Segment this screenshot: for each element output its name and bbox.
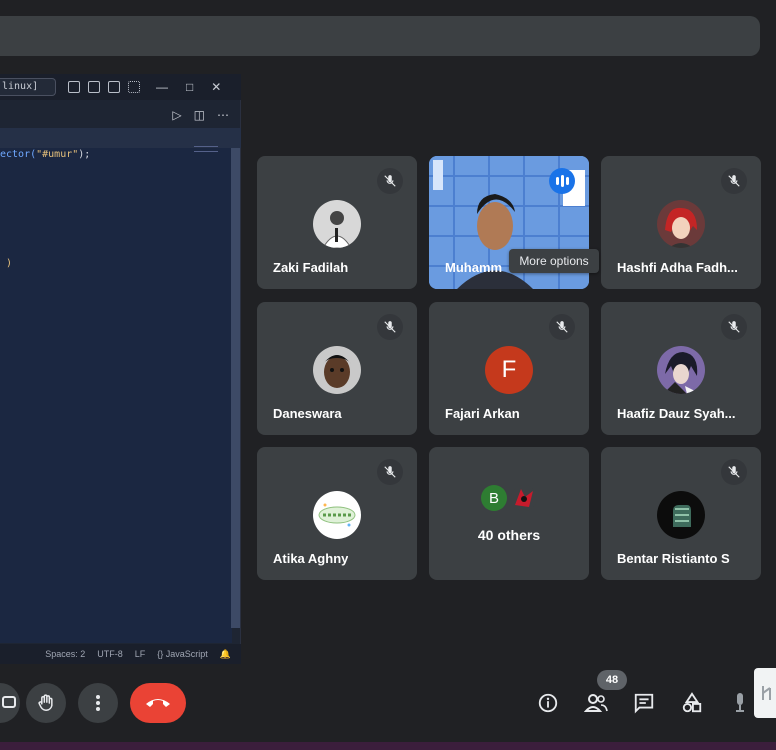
- participant-tile[interactable]: Daneswara: [257, 302, 417, 435]
- participant-tile[interactable]: F Fajari Arkan: [429, 302, 589, 435]
- editor-scrollbar[interactable]: [231, 148, 240, 628]
- participant-tile[interactable]: Atika Aghny: [257, 447, 417, 580]
- avatar: [313, 200, 361, 248]
- split-editor-icon[interactable]: ◫: [194, 108, 205, 122]
- layout-sidebar-icon[interactable]: [68, 81, 80, 93]
- extension-icon: [762, 686, 771, 700]
- editor-statusbar: Spaces: 2 UTF-8 LF {} JavaScript 🔔: [0, 644, 241, 664]
- code-brace: ): [6, 258, 13, 269]
- avatar-initial: F: [501, 356, 517, 383]
- maximize-icon[interactable]: □: [186, 80, 193, 94]
- host-controls-icon: [736, 693, 744, 712]
- editor-title-field[interactable]: linux]: [0, 78, 56, 96]
- avatar: [657, 346, 705, 394]
- participant-tile[interactable]: Zaki Fadilah: [257, 156, 417, 289]
- avatar-initial: B: [488, 489, 499, 507]
- meeting-details-button[interactable]: [533, 688, 563, 718]
- present-icon: [2, 696, 16, 708]
- participant-name: Atika Aghny: [273, 551, 349, 566]
- mic-off-icon: [721, 459, 747, 485]
- people-icon: [584, 694, 608, 712]
- mic-off-icon: [377, 168, 403, 194]
- speaking-indicator-icon: [549, 168, 575, 194]
- run-icon[interactable]: ▷: [172, 108, 181, 122]
- layout-split-icon[interactable]: [108, 81, 120, 93]
- taskbar-edge: [0, 742, 776, 750]
- code-editor-window[interactable]: linux] — □ ✕ ▷ ◫ ⋯ ector("#umur"); ) Spa…: [0, 74, 241, 664]
- close-icon[interactable]: ✕: [211, 80, 221, 94]
- minimize-icon[interactable]: —: [156, 80, 168, 94]
- mic-off-icon: [377, 459, 403, 485]
- others-tile[interactable]: B 40 others: [429, 447, 589, 580]
- initial-avatar: B: [481, 485, 507, 511]
- participant-tile[interactable]: Hashfi Adha Fadh...: [601, 156, 761, 289]
- people-button[interactable]: [581, 688, 611, 718]
- avatar: [313, 346, 361, 394]
- chat-icon: [634, 693, 654, 714]
- mic-off-icon: [721, 314, 747, 340]
- avatar: [657, 200, 705, 248]
- participant-name: Muhamm: [445, 260, 503, 275]
- top-bar: [0, 16, 760, 56]
- minimap[interactable]: [194, 146, 218, 152]
- more-actions-icon[interactable]: ⋯: [217, 108, 229, 122]
- code-token-function: ector(: [0, 149, 37, 160]
- participant-name: Fajari Arkan: [445, 406, 520, 421]
- status-encoding[interactable]: UTF-8: [97, 649, 123, 659]
- status-language[interactable]: {} JavaScript: [157, 649, 208, 659]
- more-options-icon: [96, 695, 100, 711]
- more-options-tooltip: More options: [509, 249, 599, 273]
- others-count-label: 40 others: [477, 527, 541, 543]
- editor-actions: ▷ ◫ ⋯: [0, 102, 241, 128]
- participant-name: Hashfi Adha Fadh...: [617, 260, 738, 275]
- mic-off-icon: [549, 314, 575, 340]
- participant-tile[interactable]: Haafiz Dauz Syah...: [601, 302, 761, 435]
- editor-titlebar: linux] — □ ✕: [0, 74, 241, 100]
- code-token-punct: );: [78, 149, 91, 160]
- code-area[interactable]: ector("#umur"); ): [0, 148, 232, 643]
- info-icon: [538, 693, 558, 713]
- avatar: [313, 491, 361, 539]
- mic-off-icon: [721, 168, 747, 194]
- side-panel-edge[interactable]: [754, 668, 776, 718]
- initial-avatar: F: [485, 346, 533, 394]
- host-controls-button[interactable]: [725, 688, 755, 718]
- avatar: [511, 485, 537, 511]
- people-count-badge: 48: [597, 670, 627, 690]
- participant-name: Haafiz Dauz Syah...: [617, 406, 736, 421]
- customize-layout-icon[interactable]: [128, 81, 140, 93]
- code-token-string: "#umur": [36, 149, 79, 160]
- avatar: [657, 491, 705, 539]
- mic-off-icon: [377, 314, 403, 340]
- status-eol[interactable]: LF: [135, 649, 146, 659]
- layout-panel-icon[interactable]: [88, 81, 100, 93]
- raise-hand-button[interactable]: [26, 683, 66, 723]
- participant-name: Daneswara: [273, 406, 342, 421]
- participant-tile[interactable]: Bentar Ristianto S: [601, 447, 761, 580]
- activities-button[interactable]: [677, 688, 707, 718]
- call-end-icon: [146, 699, 170, 707]
- bell-icon[interactable]: 🔔: [220, 649, 231, 660]
- code-line: ector("#umur");: [0, 149, 90, 160]
- status-spaces[interactable]: Spaces: 2: [45, 649, 85, 659]
- participant-name: Bentar Ristianto S: [617, 551, 730, 566]
- editor-tab-strip: [0, 128, 241, 148]
- more-options-button[interactable]: [78, 683, 118, 723]
- participant-name: Zaki Fadilah: [273, 260, 349, 275]
- present-button[interactable]: [0, 683, 20, 723]
- leave-call-button[interactable]: [130, 683, 186, 723]
- activities-icon: [682, 692, 702, 713]
- raise-hand-icon: [38, 694, 53, 711]
- chat-button[interactable]: [629, 688, 659, 718]
